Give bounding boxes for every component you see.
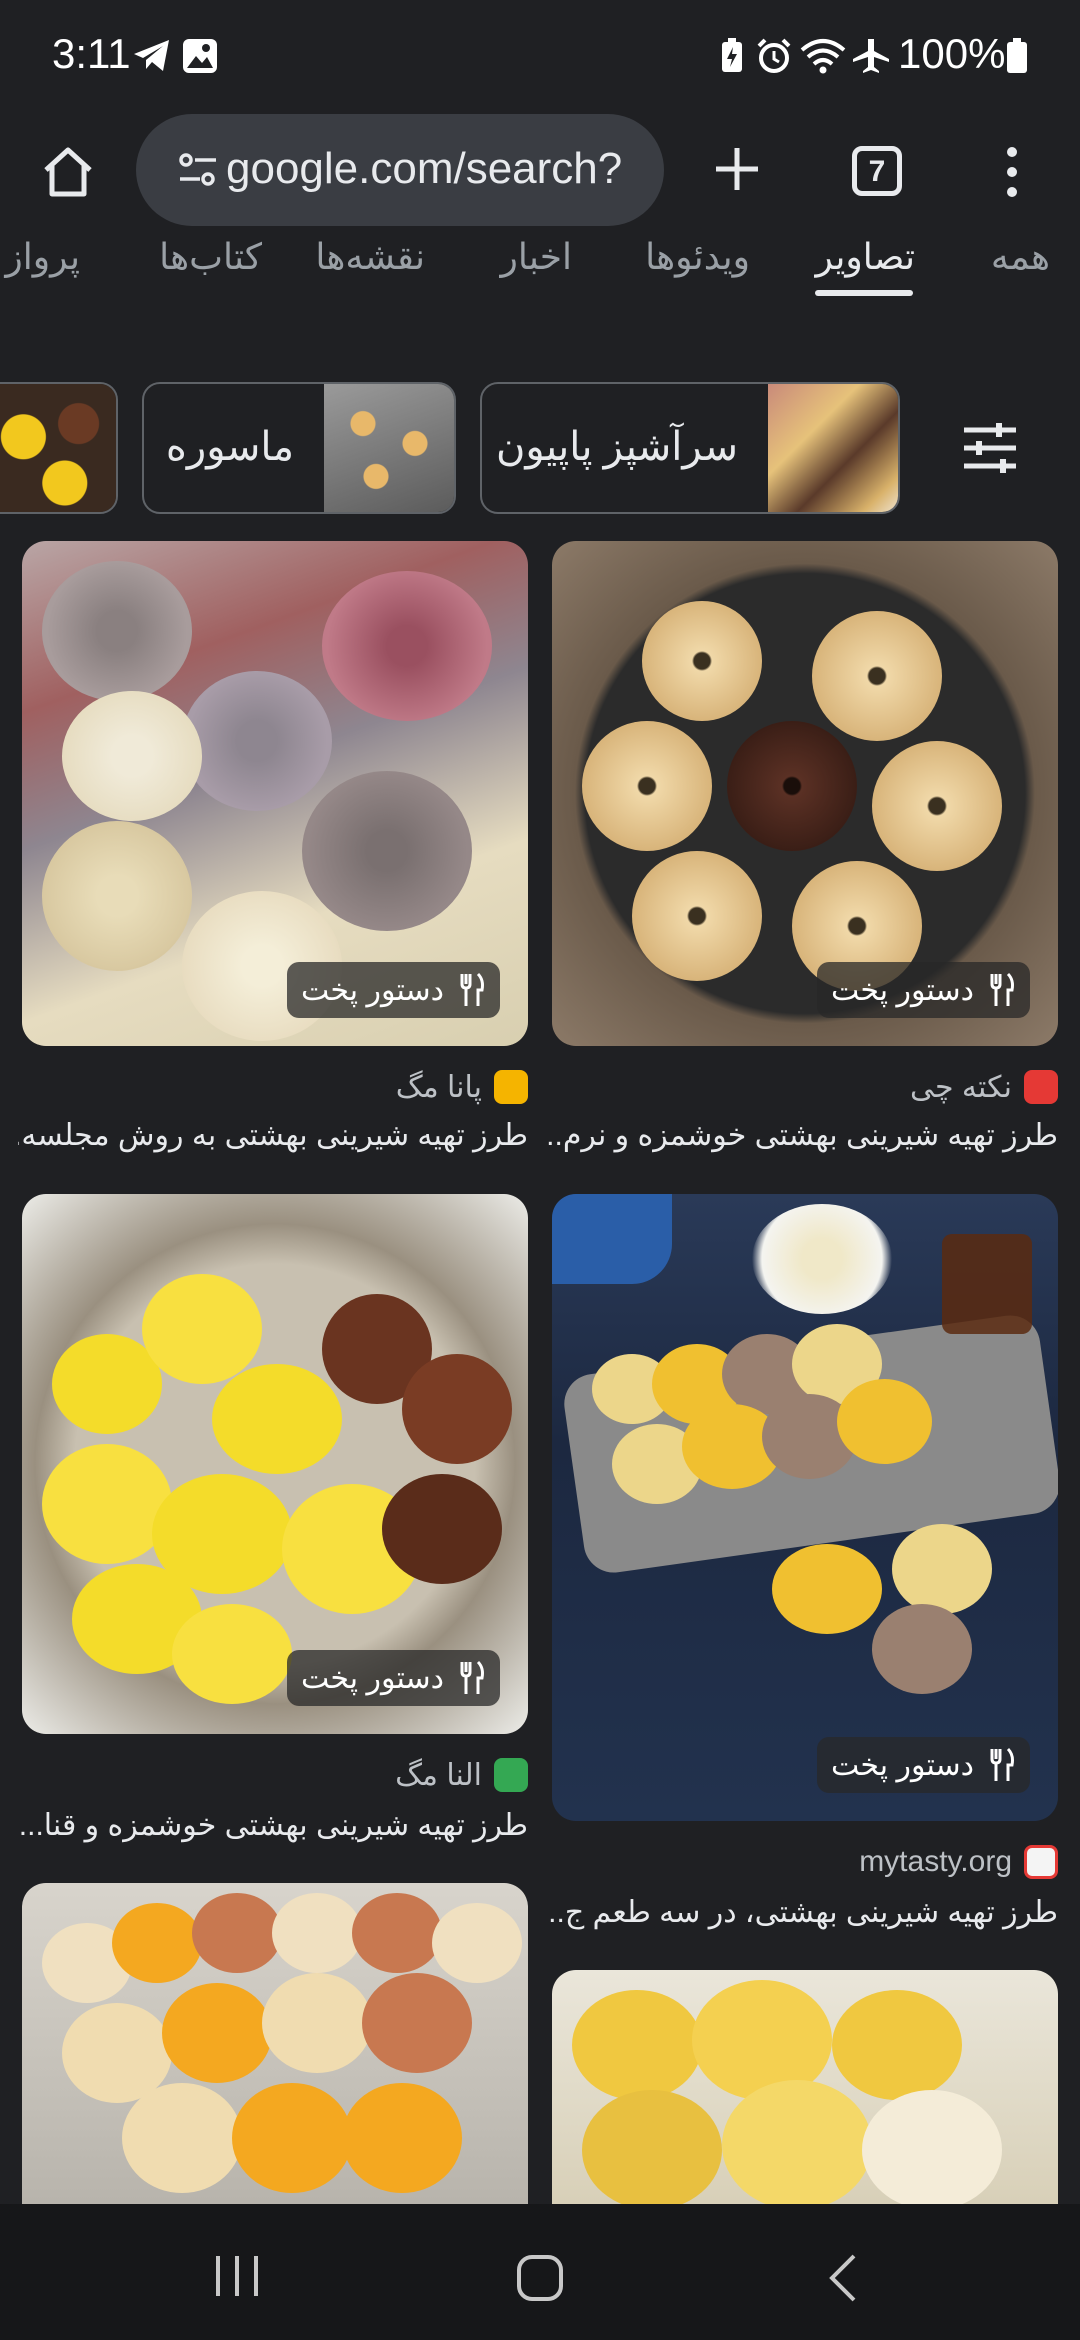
- result-source[interactable]: النا مگ: [395, 1758, 482, 1793]
- result-image[interactable]: دستور پخت: [552, 1194, 1058, 1821]
- chip-thumbnail: [324, 384, 454, 512]
- battery-saver-icon: [722, 38, 742, 72]
- tab-count: 7: [868, 155, 886, 188]
- home-nav-icon[interactable]: [516, 2254, 564, 2302]
- search-tabs: همه تصاویر ویدئوها اخبار نقشه‌ها کتاب‌ها…: [0, 236, 1080, 298]
- recipe-badge: دستور پخت: [816, 962, 1030, 1018]
- status-time: 3:11: [52, 30, 131, 77]
- tab-videos[interactable]: ویدئوها: [645, 236, 750, 278]
- tab-news[interactable]: اخبار: [501, 236, 572, 278]
- tab-all[interactable]: همه: [991, 236, 1050, 278]
- recipe-badge-label: دستور پخت: [300, 1661, 444, 1695]
- result-caption[interactable]: طرز تهیه شیرینی بهشتی خوشمزه و قنا...: [18, 1808, 528, 1843]
- fork-knife-icon: [460, 1660, 484, 1694]
- result-caption[interactable]: طرز تهیه شیرینی بهشتی به روش مجلسه...: [18, 1118, 528, 1153]
- address-bar[interactable]: google.com/search?: [136, 114, 664, 226]
- browser-toolbar: google.com/search? 7: [0, 110, 1080, 250]
- chip-chef-papion[interactable]: سرآشپز پاپیون: [480, 382, 900, 514]
- chip-masoureh[interactable]: ماسوره: [142, 382, 456, 514]
- result-image[interactable]: [22, 1883, 528, 2204]
- fork-knife-icon: [990, 1747, 1014, 1781]
- result-image[interactable]: دستور پخت: [22, 1194, 528, 1734]
- favicon-noktechi: [1024, 1070, 1058, 1104]
- chip-label: ماسوره: [165, 425, 294, 469]
- url-text[interactable]: google.com/search?: [226, 144, 656, 194]
- recent-apps-icon[interactable]: [214, 2254, 260, 2298]
- recipe-badge: دستور پخت: [286, 962, 500, 1018]
- alarm-icon: [757, 38, 791, 73]
- chip-partial[interactable]: [0, 382, 118, 514]
- more-options-icon[interactable]: [1000, 144, 1024, 200]
- result-image[interactable]: [552, 1970, 1058, 2204]
- tab-books[interactable]: کتاب‌ها: [159, 236, 262, 278]
- new-tab-icon[interactable]: [712, 144, 762, 194]
- recipe-badge-label: دستور پخت: [300, 973, 444, 1007]
- favicon-mytasty: [1024, 1845, 1058, 1879]
- airplane-icon: [853, 39, 889, 73]
- result-source[interactable]: نکته چی: [910, 1070, 1012, 1105]
- system-navigation-bar: [0, 2204, 1080, 2340]
- chip-label: سرآشپز پاپیون: [495, 425, 738, 469]
- telegram-icon: [134, 40, 169, 71]
- chip-thumbnail: [768, 384, 898, 512]
- favicon-elenamag: [494, 1758, 528, 1792]
- site-settings-icon[interactable]: [178, 152, 218, 188]
- tab-maps[interactable]: نقشه‌ها: [315, 236, 425, 278]
- fork-knife-icon: [990, 972, 1014, 1006]
- recipe-badge: دستور پخت: [816, 1737, 1030, 1793]
- result-source[interactable]: پانا مگ: [396, 1070, 482, 1105]
- back-icon[interactable]: [826, 2252, 858, 2304]
- filter-tune-icon[interactable]: [962, 420, 1018, 476]
- battery-percentage: 100%: [898, 30, 1006, 77]
- tab-switcher-button[interactable]: 7: [852, 146, 902, 196]
- fork-knife-icon: [460, 972, 484, 1006]
- recipe-badge: دستور پخت: [286, 1650, 500, 1706]
- active-tab-indicator: [815, 290, 913, 296]
- result-caption[interactable]: طرز تهیه شیرینی بهشتی خوشمزه و نرم...: [548, 1118, 1058, 1153]
- home-icon[interactable]: [40, 144, 96, 200]
- recipe-badge-label: دستور پخت: [830, 1748, 974, 1782]
- status-bar: 3:11 100%: [0, 0, 1080, 110]
- battery-icon: [1007, 38, 1027, 73]
- chip-thumbnail: [0, 384, 116, 512]
- tab-flights[interactable]: پرواز: [5, 236, 80, 278]
- result-image[interactable]: دستور پخت: [552, 541, 1058, 1046]
- wifi-icon: [800, 39, 846, 74]
- result-source[interactable]: mytasty.org: [859, 1845, 1012, 1879]
- result-caption[interactable]: طرز تهیه شیرینی بهشتی، در سه طعم ج...: [548, 1895, 1058, 1930]
- recipe-badge-label: دستور پخت: [830, 973, 974, 1007]
- favicon-panamag: [494, 1070, 528, 1104]
- gallery-icon: [183, 39, 217, 73]
- result-image[interactable]: دستور پخت: [22, 541, 528, 1046]
- tab-images[interactable]: تصاویر: [816, 236, 915, 278]
